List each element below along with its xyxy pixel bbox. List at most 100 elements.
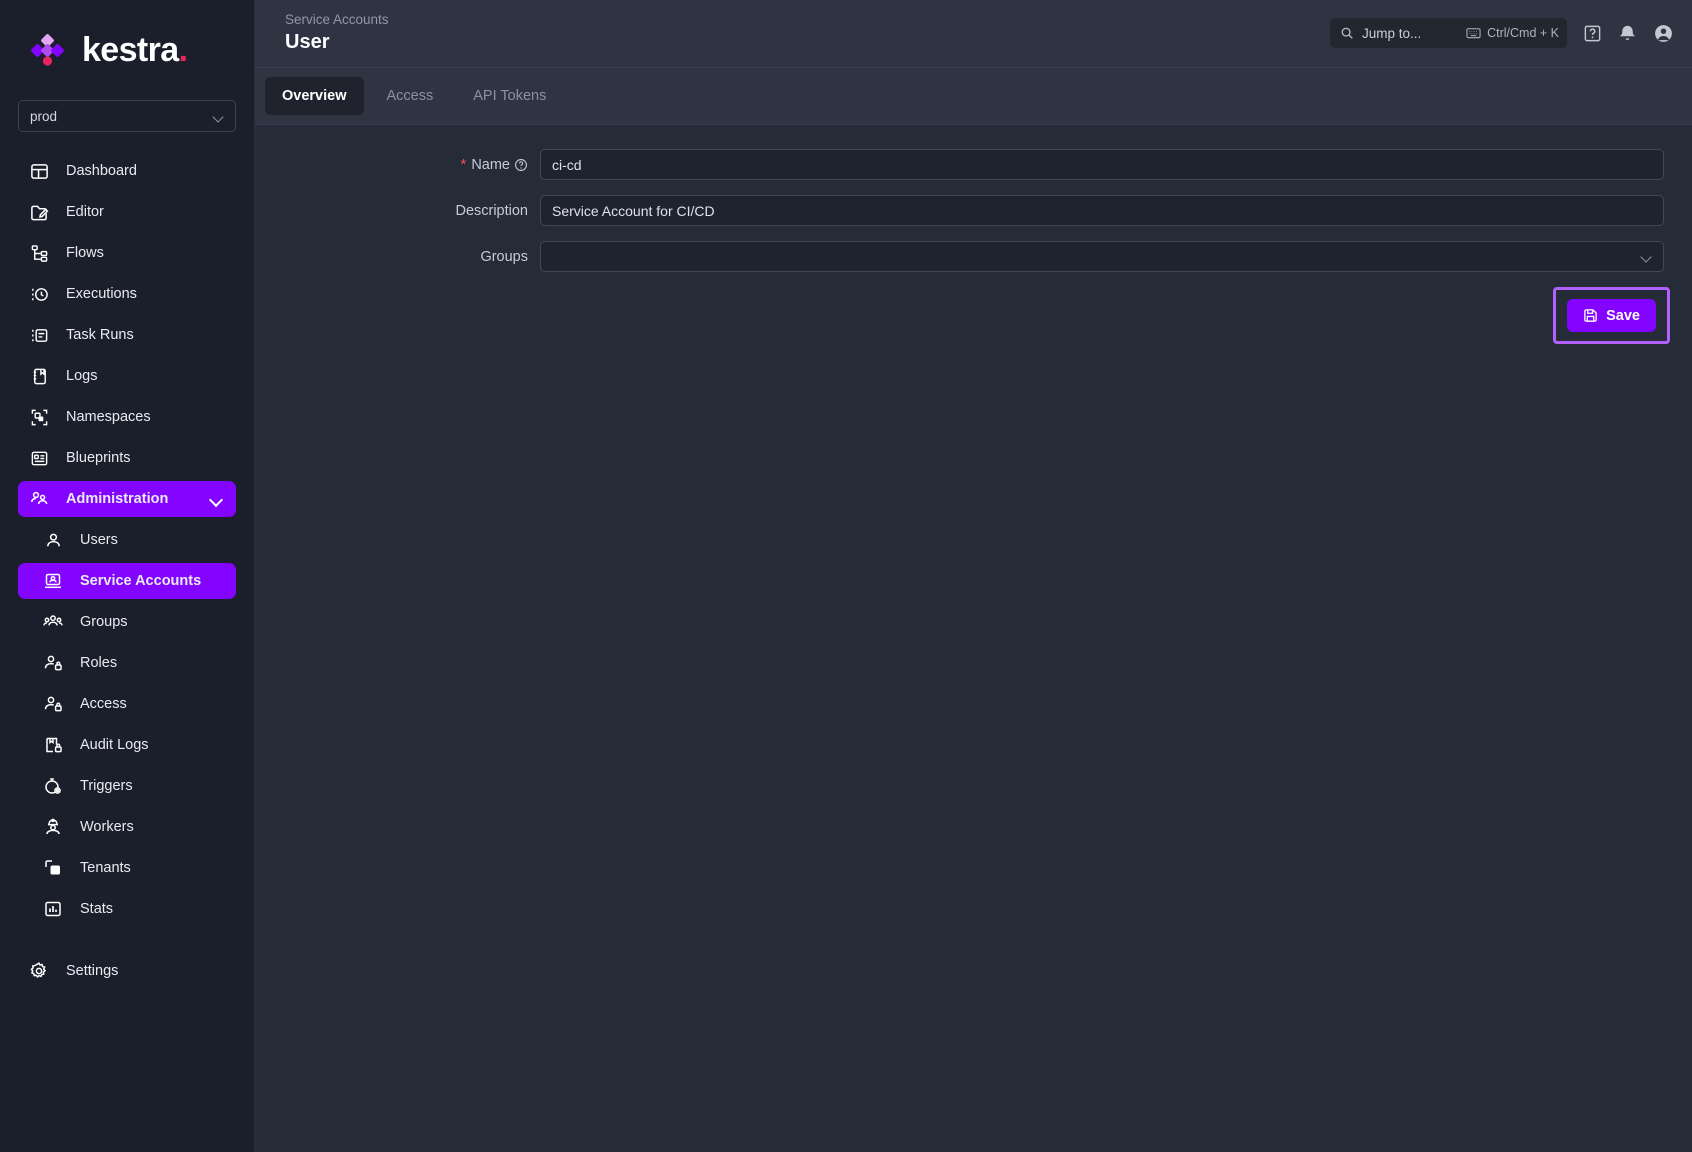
sidebar-item-label: Users bbox=[80, 532, 118, 548]
tab-label: API Tokens bbox=[473, 88, 547, 104]
sidebar-item-flows[interactable]: Flows bbox=[18, 235, 236, 271]
sidebar-item-settings[interactable]: Settings bbox=[18, 953, 236, 989]
sidebar-item-tenants[interactable]: Tenants bbox=[18, 850, 236, 886]
groups-label: Groups bbox=[255, 249, 540, 265]
sidebar-item-blueprints[interactable]: Blueprints bbox=[18, 440, 236, 476]
logo[interactable]: kestra. bbox=[0, 0, 254, 100]
sidebar-item-label: Service Accounts bbox=[80, 573, 202, 589]
topbar: Service Accounts User Jump to... Ctrl/Cm… bbox=[255, 0, 1692, 68]
sidebar-item-logs[interactable]: Logs bbox=[18, 358, 236, 394]
sidebar-item-dashboard[interactable]: Dashboard bbox=[18, 153, 236, 189]
jump-to-shortcut: Ctrl/Cmd + K bbox=[1466, 26, 1559, 40]
sidebar-item-groups[interactable]: Groups bbox=[18, 604, 236, 640]
sidebar-item-label: Audit Logs bbox=[80, 737, 149, 753]
audit-logs-icon bbox=[42, 734, 64, 756]
account-avatar-icon[interactable] bbox=[1653, 23, 1674, 44]
executions-icon bbox=[28, 283, 50, 305]
sidebar-item-label: Logs bbox=[66, 368, 98, 384]
sidebar-item-triggers[interactable]: Triggers bbox=[18, 768, 236, 804]
sidebar-item-audit-logs[interactable]: Audit Logs bbox=[18, 727, 236, 763]
administration-icon bbox=[28, 488, 50, 510]
question-circle-icon[interactable] bbox=[514, 158, 528, 172]
sidebar-item-task-runs[interactable]: Task Runs bbox=[18, 317, 236, 353]
sidebar-item-label: Roles bbox=[80, 655, 118, 671]
user-icon bbox=[42, 529, 64, 551]
breadcrumb: Service Accounts User bbox=[285, 10, 389, 55]
breadcrumb-item[interactable]: Service Accounts bbox=[285, 10, 389, 29]
sidebar-item-editor[interactable]: Editor bbox=[18, 194, 236, 230]
blueprints-icon bbox=[28, 447, 50, 469]
label-text: Name bbox=[471, 156, 510, 173]
content-panel: * Name ci-cd Description Service Account… bbox=[255, 125, 1692, 1152]
search-icon bbox=[1340, 26, 1354, 40]
name-input[interactable]: ci-cd bbox=[540, 149, 1664, 180]
tab-label: Overview bbox=[282, 88, 347, 104]
save-label: Save bbox=[1606, 307, 1640, 324]
sidebar-item-users[interactable]: Users bbox=[18, 522, 236, 558]
sidebar-item-executions[interactable]: Executions bbox=[18, 276, 236, 312]
save-button-highlight: Save bbox=[1553, 287, 1670, 344]
shortcut-text: Ctrl/Cmd + K bbox=[1487, 26, 1559, 40]
sidebar-item-label: Access bbox=[80, 696, 127, 712]
required-marker: * bbox=[460, 156, 467, 173]
sidebar-item-workers[interactable]: Workers bbox=[18, 809, 236, 845]
tab-api-tokens[interactable]: API Tokens bbox=[456, 77, 563, 115]
jump-to-placeholder: Jump to... bbox=[1362, 25, 1422, 41]
sidebar-item-label: Namespaces bbox=[66, 409, 151, 425]
sidebar: kestra. prod Dashboard Editor Flows Exec… bbox=[0, 0, 255, 1152]
namespaces-icon bbox=[28, 406, 50, 428]
access-icon bbox=[42, 693, 64, 715]
sidebar-item-access[interactable]: Access bbox=[18, 686, 236, 722]
tenant-value: prod bbox=[30, 108, 58, 124]
editor-icon bbox=[28, 201, 50, 223]
flows-icon bbox=[28, 242, 50, 264]
sidebar-item-label: Task Runs bbox=[66, 327, 134, 343]
chevron-down-icon[interactable] bbox=[209, 495, 222, 503]
sidebar-item-administration[interactable]: Administration bbox=[18, 481, 236, 517]
sidebar-item-label: Stats bbox=[80, 901, 114, 917]
tab-bar: Overview Access API Tokens bbox=[255, 68, 1692, 125]
main-area: Service Accounts User Jump to... Ctrl/Cm… bbox=[255, 0, 1692, 1152]
save-button[interactable]: Save bbox=[1567, 299, 1656, 332]
logs-icon bbox=[28, 365, 50, 387]
form-row-description: Description Service Account for CI/CD bbox=[255, 195, 1692, 226]
tab-access[interactable]: Access bbox=[370, 77, 451, 115]
triggers-icon bbox=[42, 775, 64, 797]
logo-text: kestra. bbox=[82, 31, 188, 69]
tenant-selector[interactable]: prod bbox=[18, 100, 236, 132]
notifications-bell-icon[interactable] bbox=[1618, 24, 1637, 43]
description-input[interactable]: Service Account for CI/CD bbox=[540, 195, 1664, 226]
help-icon[interactable] bbox=[1583, 24, 1602, 43]
jump-to-search[interactable]: Jump to... Ctrl/Cmd + K bbox=[1330, 18, 1567, 48]
sidebar-item-stats[interactable]: Stats bbox=[18, 891, 236, 927]
name-label: * Name bbox=[255, 157, 540, 173]
topbar-actions: Jump to... Ctrl/Cmd + K bbox=[1330, 18, 1674, 48]
groups-select[interactable] bbox=[540, 241, 1664, 272]
sidebar-item-label: Triggers bbox=[80, 778, 133, 794]
sidebar-nav: Dashboard Editor Flows Executions Task R… bbox=[0, 146, 254, 1152]
sidebar-item-label: Tenants bbox=[80, 860, 131, 876]
sidebar-item-label: Groups bbox=[80, 614, 128, 630]
description-value: Service Account for CI/CD bbox=[552, 202, 715, 219]
form-row-name: * Name ci-cd bbox=[255, 149, 1692, 180]
tenants-icon bbox=[42, 857, 64, 879]
sidebar-item-label: Flows bbox=[66, 245, 104, 261]
chevron-down-icon bbox=[1641, 253, 1652, 260]
sidebar-item-label: Administration bbox=[66, 491, 169, 507]
sidebar-item-service-accounts[interactable]: Service Accounts bbox=[18, 563, 236, 599]
gear-icon bbox=[28, 960, 50, 982]
form-actions: Save bbox=[255, 287, 1692, 344]
save-disk-icon bbox=[1583, 308, 1598, 323]
sidebar-item-label: Editor bbox=[66, 204, 104, 220]
sidebar-item-roles[interactable]: Roles bbox=[18, 645, 236, 681]
form-row-groups: Groups bbox=[255, 241, 1692, 272]
kestra-logo-icon bbox=[28, 33, 70, 67]
stats-icon bbox=[42, 898, 64, 920]
tab-overview[interactable]: Overview bbox=[265, 77, 364, 115]
sidebar-item-label: Blueprints bbox=[66, 450, 131, 466]
sidebar-item-namespaces[interactable]: Namespaces bbox=[18, 399, 236, 435]
groups-icon bbox=[42, 611, 64, 633]
description-label: Description bbox=[255, 203, 540, 219]
workers-icon bbox=[42, 816, 64, 838]
